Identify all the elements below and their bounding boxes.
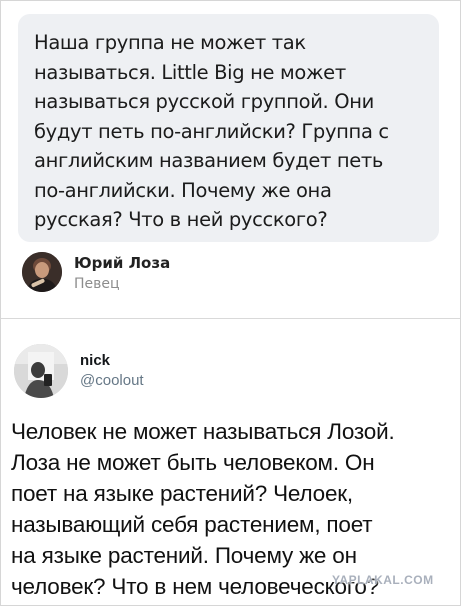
- user-name[interactable]: nick: [80, 352, 110, 369]
- divider: [1, 318, 460, 319]
- tweet-header[interactable]: nick @coolout: [14, 344, 314, 404]
- user-handle[interactable]: @coolout: [80, 372, 144, 389]
- quote-text: Наша группа не может так называться. Lit…: [34, 28, 423, 235]
- quote-line: будут петь по-английски? Группа с: [34, 119, 389, 143]
- user-photo-icon: [14, 344, 68, 398]
- quote-line: по-английски. Почему же она: [34, 178, 332, 202]
- watermark: YAPLAKAL.COM: [332, 573, 434, 587]
- tweet-line: человек? Что в нем человеческого?: [11, 574, 379, 599]
- tweet-line: на языке растений. Почему же он: [11, 543, 357, 568]
- author-photo-icon: [22, 252, 62, 292]
- quote-bubble: Наша группа не может так называться. Lit…: [18, 14, 439, 242]
- quote-author[interactable]: Юрий Лоза Певец: [22, 252, 322, 298]
- quote-line: русская? Что в ней русского?: [34, 208, 328, 231]
- quote-line: называться русской группой. Они: [34, 90, 374, 113]
- tweet-line: Лоза не может быть человеком. Он: [11, 450, 375, 475]
- author-role: Певец: [74, 276, 120, 292]
- avatar[interactable]: [14, 344, 68, 398]
- avatar[interactable]: [22, 252, 62, 292]
- quote-line: английским названием будет петь: [34, 149, 384, 172]
- quote-line: Наша группа не может так: [34, 31, 306, 54]
- quote-line: называться. Little Big не может: [34, 60, 346, 84]
- tweet-line: Человек не может называться Лозой.: [11, 419, 395, 444]
- author-name[interactable]: Юрий Лоза: [74, 254, 170, 272]
- tweet-line: называющий себя растением, поет: [11, 512, 373, 537]
- tweet-line: поет на языке растений? Челоек,: [11, 481, 353, 506]
